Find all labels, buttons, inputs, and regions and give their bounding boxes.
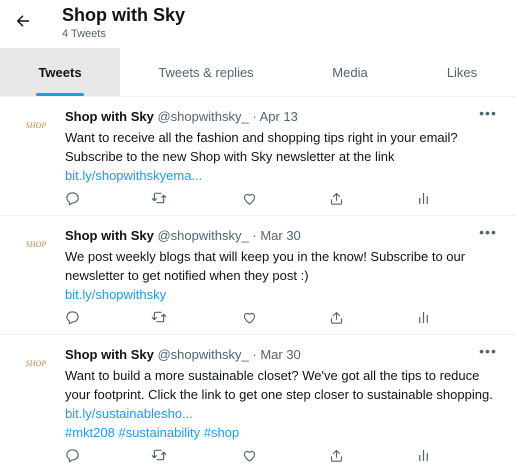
separator-dot: · — [252, 228, 257, 243]
tweet-line: We post weekly blogs that will keep you … — [65, 249, 466, 264]
author-name[interactable]: Shop with Sky — [65, 109, 154, 124]
tweet-date[interactable]: Mar 30 — [260, 347, 300, 362]
tab-label: Tweets — [38, 64, 82, 80]
retweet-icon — [151, 192, 167, 204]
analytics-button[interactable] — [413, 188, 433, 208]
analytics-icon — [418, 311, 428, 323]
tweet-header: Shop with Sky @shopwithsky_ · Mar 30 — [65, 347, 301, 362]
retweet-button[interactable] — [149, 445, 169, 465]
tab-label: Likes — [446, 64, 478, 80]
page-title: Shop with Sky — [62, 5, 186, 25]
tweet-link[interactable]: bit.ly/sustainablesho... — [65, 406, 193, 421]
author-handle[interactable]: @shopwithsky_ — [157, 228, 248, 243]
analytics-button[interactable] — [413, 307, 433, 327]
separator-dot: · — [252, 347, 257, 362]
tweet-line: Subscribe to the new Shop with Sky newsl… — [65, 149, 395, 164]
separator-dot: · — [252, 109, 257, 124]
tweet-line: newsletter to get notified when they pos… — [65, 268, 309, 283]
tab-likes[interactable]: Likes — [408, 48, 516, 96]
avatar[interactable]: SHOP — [22, 355, 50, 371]
reply-icon — [65, 310, 79, 324]
avatar[interactable]: SHOP — [22, 236, 50, 252]
heart-icon — [243, 312, 255, 324]
reply-icon — [65, 191, 79, 205]
share-button[interactable] — [326, 445, 346, 465]
share-icon — [330, 192, 342, 205]
analytics-icon — [418, 192, 428, 204]
like-button[interactable] — [239, 188, 259, 208]
author-name[interactable]: Shop with Sky — [65, 347, 154, 362]
more-options-button[interactable]: ••• — [478, 105, 498, 121]
tweet-line: Want to build a more sustainable closet?… — [65, 368, 480, 383]
tweet[interactable]: SHOP Shop with Sky @shopwithsky_ · Mar 3… — [0, 216, 516, 335]
svg-text:SHOP: SHOP — [26, 240, 47, 249]
reply-button[interactable] — [62, 445, 82, 465]
tweet-text: Want to build a more sustainable closet?… — [65, 366, 505, 442]
tweet-line: Want to receive all the fashion and shop… — [65, 130, 458, 145]
back-button[interactable] — [10, 8, 36, 34]
like-button[interactable] — [239, 307, 259, 327]
avatar[interactable]: SHOP — [22, 117, 50, 133]
more-options-button[interactable]: ••• — [478, 343, 498, 359]
tab-tweets-replies[interactable]: Tweets & replies — [120, 48, 292, 96]
author-name[interactable]: Shop with Sky — [65, 228, 154, 243]
tweet-actions — [65, 188, 445, 208]
tweet-header: Shop with Sky @shopwithsky_ · Mar 30 — [65, 228, 301, 243]
heart-icon — [243, 193, 255, 205]
retweet-button[interactable] — [149, 188, 169, 208]
share-icon — [330, 449, 342, 462]
active-tab-indicator — [36, 93, 84, 96]
tweet[interactable]: SHOP Shop with Sky @shopwithsky_ · Mar 3… — [0, 335, 516, 468]
author-handle[interactable]: @shopwithsky_ — [157, 109, 248, 124]
like-button[interactable] — [239, 445, 259, 465]
tab-media[interactable]: Media — [292, 48, 408, 96]
tweet-link[interactable]: bit.ly/shopwithskyema... — [65, 168, 202, 183]
tweet-hashtags[interactable]: #mkt208 #sustainability #shop — [65, 425, 239, 440]
tweet-text: We post weekly blogs that will keep you … — [65, 247, 505, 304]
svg-text:SHOP: SHOP — [26, 121, 47, 130]
analytics-icon — [418, 449, 428, 461]
arrow-left-icon — [16, 15, 29, 27]
share-icon — [330, 311, 342, 324]
profile-header: Shop with Sky 4 Tweets — [0, 0, 516, 48]
tweet-actions — [65, 445, 445, 465]
svg-text:SHOP: SHOP — [26, 359, 47, 368]
tweet[interactable]: SHOP Shop with Sky @shopwithsky_ · Apr 1… — [0, 97, 516, 216]
analytics-button[interactable] — [413, 445, 433, 465]
heart-icon — [243, 450, 255, 462]
profile-tabs: Tweets Tweets & replies Media Likes — [0, 48, 516, 97]
tab-tweets[interactable]: Tweets — [0, 48, 120, 96]
reply-icon — [65, 448, 79, 462]
retweet-icon — [151, 449, 167, 461]
reply-button[interactable] — [62, 307, 82, 327]
tweet-date[interactable]: Mar 30 — [260, 228, 300, 243]
retweet-button[interactable] — [149, 307, 169, 327]
reply-button[interactable] — [62, 188, 82, 208]
tweet-text: Want to receive all the fashion and shop… — [65, 128, 505, 185]
tweet-header: Shop with Sky @shopwithsky_ · Apr 13 — [65, 109, 298, 124]
tweet-link[interactable]: bit.ly/shopwithsky — [65, 287, 166, 302]
tweet-count: 4 Tweets — [62, 28, 106, 40]
tweet-actions — [65, 307, 445, 327]
share-button[interactable] — [326, 307, 346, 327]
tab-label: Media — [332, 64, 368, 80]
more-options-button[interactable]: ••• — [478, 224, 498, 240]
author-handle[interactable]: @shopwithsky_ — [157, 347, 248, 362]
retweet-icon — [151, 311, 167, 323]
tweet-date[interactable]: Apr 13 — [260, 109, 298, 124]
share-button[interactable] — [326, 188, 346, 208]
tab-label: Tweets & replies — [158, 64, 254, 80]
tweet-line: your footprint. Click the link to get on… — [65, 387, 493, 402]
